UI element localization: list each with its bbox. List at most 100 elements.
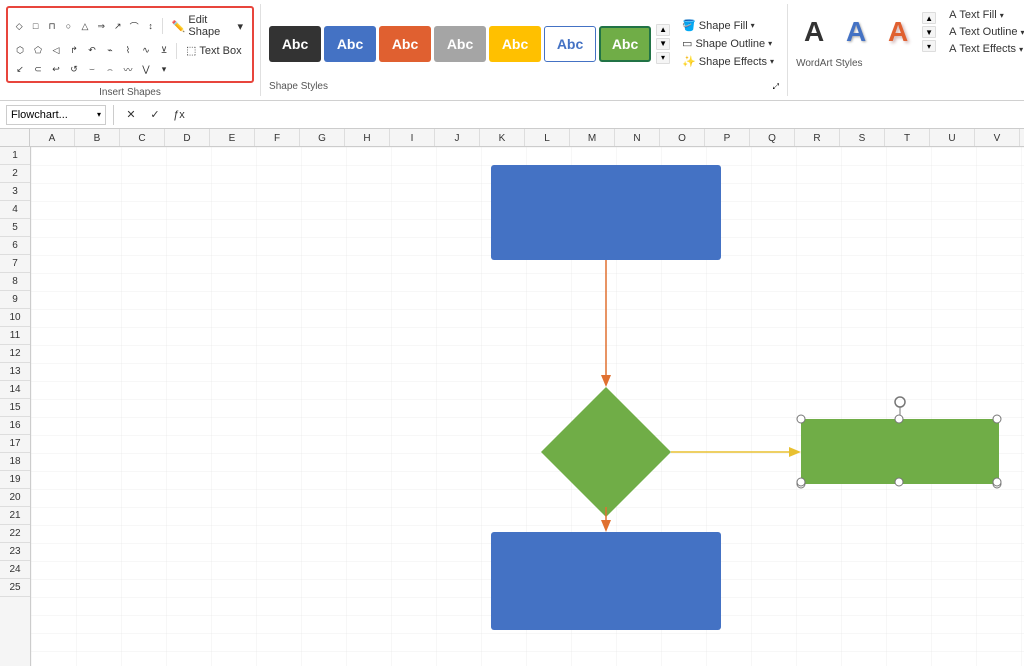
grid-cells[interactable] (31, 147, 1024, 666)
shape-outline-button[interactable]: ▭ Shape Outline ▾ (677, 36, 779, 51)
shape-icon-18[interactable]: ⊻ (156, 43, 172, 59)
col-header-v[interactable]: V (975, 129, 1020, 147)
row-header-12[interactable]: 12 (0, 345, 30, 363)
row-header-1[interactable]: 1 (0, 147, 30, 165)
col-header-j[interactable]: J (435, 129, 480, 147)
col-header-o[interactable]: O (660, 129, 705, 147)
shape-icon-6[interactable]: ⇒ (94, 18, 108, 34)
wordart-a3[interactable]: A (880, 14, 916, 50)
row-header-13[interactable]: 13 (0, 363, 30, 381)
row-header-19[interactable]: 19 (0, 471, 30, 489)
shape-icon-15[interactable]: ⌁ (102, 43, 118, 59)
text-outline-button[interactable]: A Text Outline ▾ (944, 25, 1024, 39)
row-header-24[interactable]: 24 (0, 561, 30, 579)
col-header-d[interactable]: D (165, 129, 210, 147)
shape-icon-11[interactable]: ⬠ (30, 43, 46, 59)
handle-bl[interactable] (797, 478, 805, 486)
shape-swatch-4[interactable]: Abc (434, 26, 486, 62)
row-header-10[interactable]: 10 (0, 309, 30, 327)
handle-tr[interactable] (993, 415, 1001, 423)
text-fill-button[interactable]: A Text Fill ▾ (944, 8, 1024, 22)
row-header-8[interactable]: 8 (0, 273, 30, 291)
col-header-k[interactable]: K (480, 129, 525, 147)
col-header-s[interactable]: S (840, 129, 885, 147)
row-header-11[interactable]: 11 (0, 327, 30, 345)
insert-function-button[interactable]: ƒx (169, 105, 189, 125)
col-header-c[interactable]: C (120, 129, 165, 147)
row-header-18[interactable]: 18 (0, 453, 30, 471)
blue-rect-top[interactable] (491, 165, 721, 260)
shape-icon-19[interactable]: ↙ (12, 61, 28, 77)
shape-swatch-3[interactable]: Abc (379, 26, 431, 62)
col-header-u[interactable]: U (930, 129, 975, 147)
shapes-expand[interactable]: ▾ (156, 61, 172, 77)
shape-icon-24[interactable]: ⌢ (102, 61, 118, 77)
col-header-p[interactable]: P (705, 129, 750, 147)
handle-br[interactable] (993, 478, 1001, 486)
row-header-5[interactable]: 5 (0, 219, 30, 237)
handle-bm[interactable] (895, 478, 903, 486)
shape-icon-17[interactable]: ∿ (138, 43, 154, 59)
row-header-7[interactable]: 7 (0, 255, 30, 273)
shape-icon-7[interactable]: ↗ (111, 18, 125, 34)
formula-input[interactable] (193, 109, 1018, 121)
col-header-m[interactable]: M (570, 129, 615, 147)
col-header-i[interactable]: I (390, 129, 435, 147)
row-header-9[interactable]: 9 (0, 291, 30, 309)
row-header-14[interactable]: 14 (0, 381, 30, 399)
shape-swatch-5[interactable]: Abc (489, 26, 541, 62)
cancel-formula-button[interactable]: ✕ (121, 105, 141, 125)
row-header-20[interactable]: 20 (0, 489, 30, 507)
rotate-handle[interactable] (895, 397, 905, 407)
shape-icon-8[interactable]: ⌒ (127, 18, 141, 34)
edit-shape-button[interactable]: ✏️ Edit Shape ▾ (167, 12, 248, 40)
row-header-22[interactable]: 22 (0, 525, 30, 543)
col-header-e[interactable]: E (210, 129, 255, 147)
shape-swatch-1[interactable]: Abc (269, 26, 321, 62)
shape-fill-button[interactable]: 🪣 Shape Fill ▾ (677, 18, 779, 33)
row-header-23[interactable]: 23 (0, 543, 30, 561)
shape-icon-20[interactable]: ⊂ (30, 61, 46, 77)
shape-icon-1[interactable]: ◇ (12, 18, 26, 34)
shape-styles-expand[interactable]: ⤢ (773, 82, 779, 92)
col-header-g[interactable]: G (300, 129, 345, 147)
shape-icon-5[interactable]: △ (78, 18, 92, 34)
handle-tm[interactable] (895, 415, 903, 423)
shape-icon-9[interactable]: ↕ (143, 18, 157, 34)
shape-swatch-7[interactable]: Abc (599, 26, 651, 62)
col-header-a[interactable]: A (30, 129, 75, 147)
confirm-formula-button[interactable]: ✓ (145, 105, 165, 125)
row-header-17[interactable]: 17 (0, 435, 30, 453)
wordart-a2[interactable]: A (838, 14, 874, 50)
row-header-6[interactable]: 6 (0, 237, 30, 255)
row-header-25[interactable]: 25 (0, 579, 30, 597)
shape-icon-21[interactable]: ↩ (48, 61, 64, 77)
name-box[interactable]: Flowchart... ▾ (6, 105, 106, 125)
shape-icon-23[interactable]: ⌣ (84, 61, 100, 77)
blue-rect-bottom[interactable] (491, 532, 721, 630)
shape-icon-4[interactable]: ○ (61, 18, 75, 34)
shape-icon-3[interactable]: ⊓ (45, 18, 59, 34)
scroll-more[interactable]: ▾ (656, 52, 670, 64)
shape-swatch-2[interactable]: Abc (324, 26, 376, 62)
col-header-n[interactable]: N (615, 129, 660, 147)
handle-tl[interactable] (797, 415, 805, 423)
wordart-a1[interactable]: A (796, 14, 832, 50)
wordart-scroll-down[interactable]: ▼ (922, 26, 936, 38)
text-box-button[interactable]: ⬚ Text Box (181, 42, 247, 59)
shape-swatch-6[interactable]: Abc (544, 26, 596, 62)
shape-icon-25[interactable]: 〰 (120, 61, 136, 77)
row-header-15[interactable]: 15 (0, 399, 30, 417)
wordart-scroll-up[interactable]: ▲ (922, 12, 936, 24)
col-header-h[interactable]: H (345, 129, 390, 147)
scroll-up[interactable]: ▲ (656, 24, 670, 36)
col-header-q[interactable]: Q (750, 129, 795, 147)
shape-icon-13[interactable]: ↱ (66, 43, 82, 59)
col-header-f[interactable]: F (255, 129, 300, 147)
shape-icon-14[interactable]: ↶ (84, 43, 100, 59)
col-header-b[interactable]: B (75, 129, 120, 147)
wordart-scroll-more[interactable]: ▾ (922, 40, 936, 52)
row-header-21[interactable]: 21 (0, 507, 30, 525)
row-header-4[interactable]: 4 (0, 201, 30, 219)
green-diamond[interactable] (541, 387, 671, 517)
